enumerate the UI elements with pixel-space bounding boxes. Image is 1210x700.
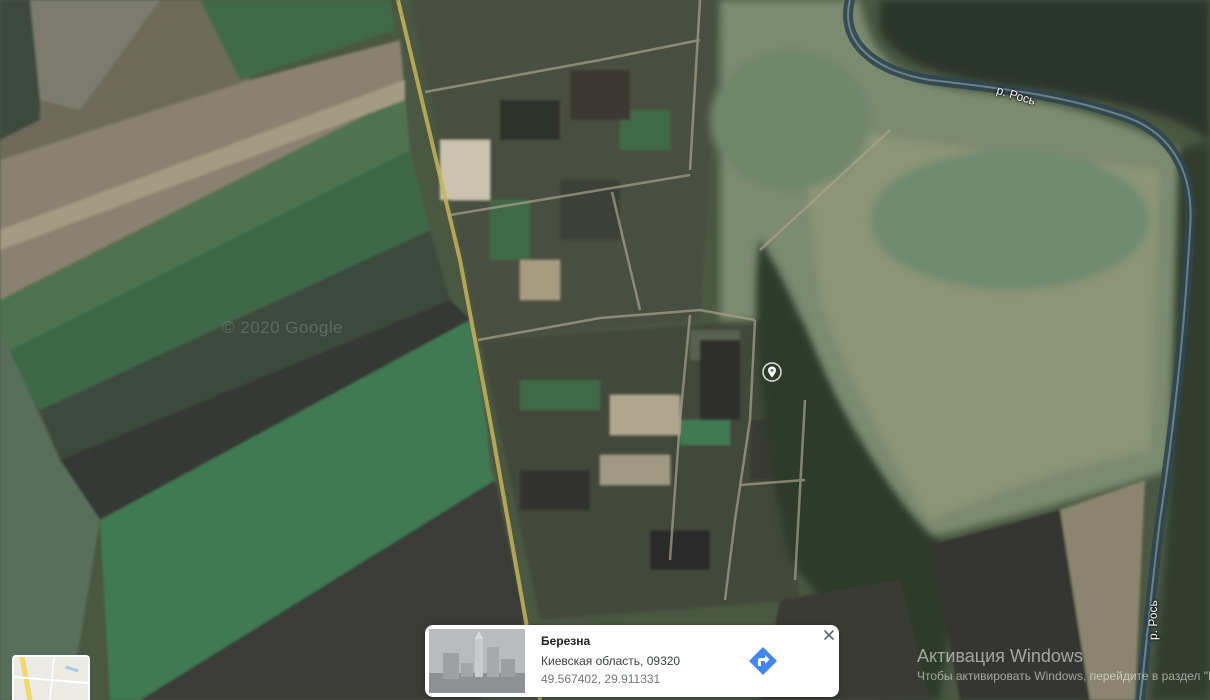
place-photo-thumbnail[interactable]	[429, 629, 525, 693]
map-layers-thumbnail[interactable]	[12, 655, 90, 700]
directions-arrow-icon[interactable]	[747, 645, 779, 677]
place-info-card[interactable]: Березна Киевская область, 09320 49.56740…	[425, 625, 839, 697]
place-name: Березна	[541, 634, 591, 648]
close-icon[interactable]	[821, 627, 837, 643]
place-address: Киевская область, 09320	[541, 654, 681, 668]
windows-activation-notice: Активация Windows Чтобы активировать Win…	[917, 646, 1210, 700]
river-label-right: р. Рось	[1146, 600, 1160, 640]
activation-title: Активация Windows	[917, 646, 1083, 666]
map-layers-icon	[14, 657, 88, 700]
activation-body: Чтобы активировать Windows, перейдите в …	[917, 669, 1210, 683]
building-photo-icon	[429, 629, 525, 693]
place-coordinates: 49.567402, 29.911331	[541, 672, 661, 686]
place-marker-icon[interactable]	[762, 362, 782, 382]
map-watermark: © 2020 Google	[222, 318, 344, 337]
